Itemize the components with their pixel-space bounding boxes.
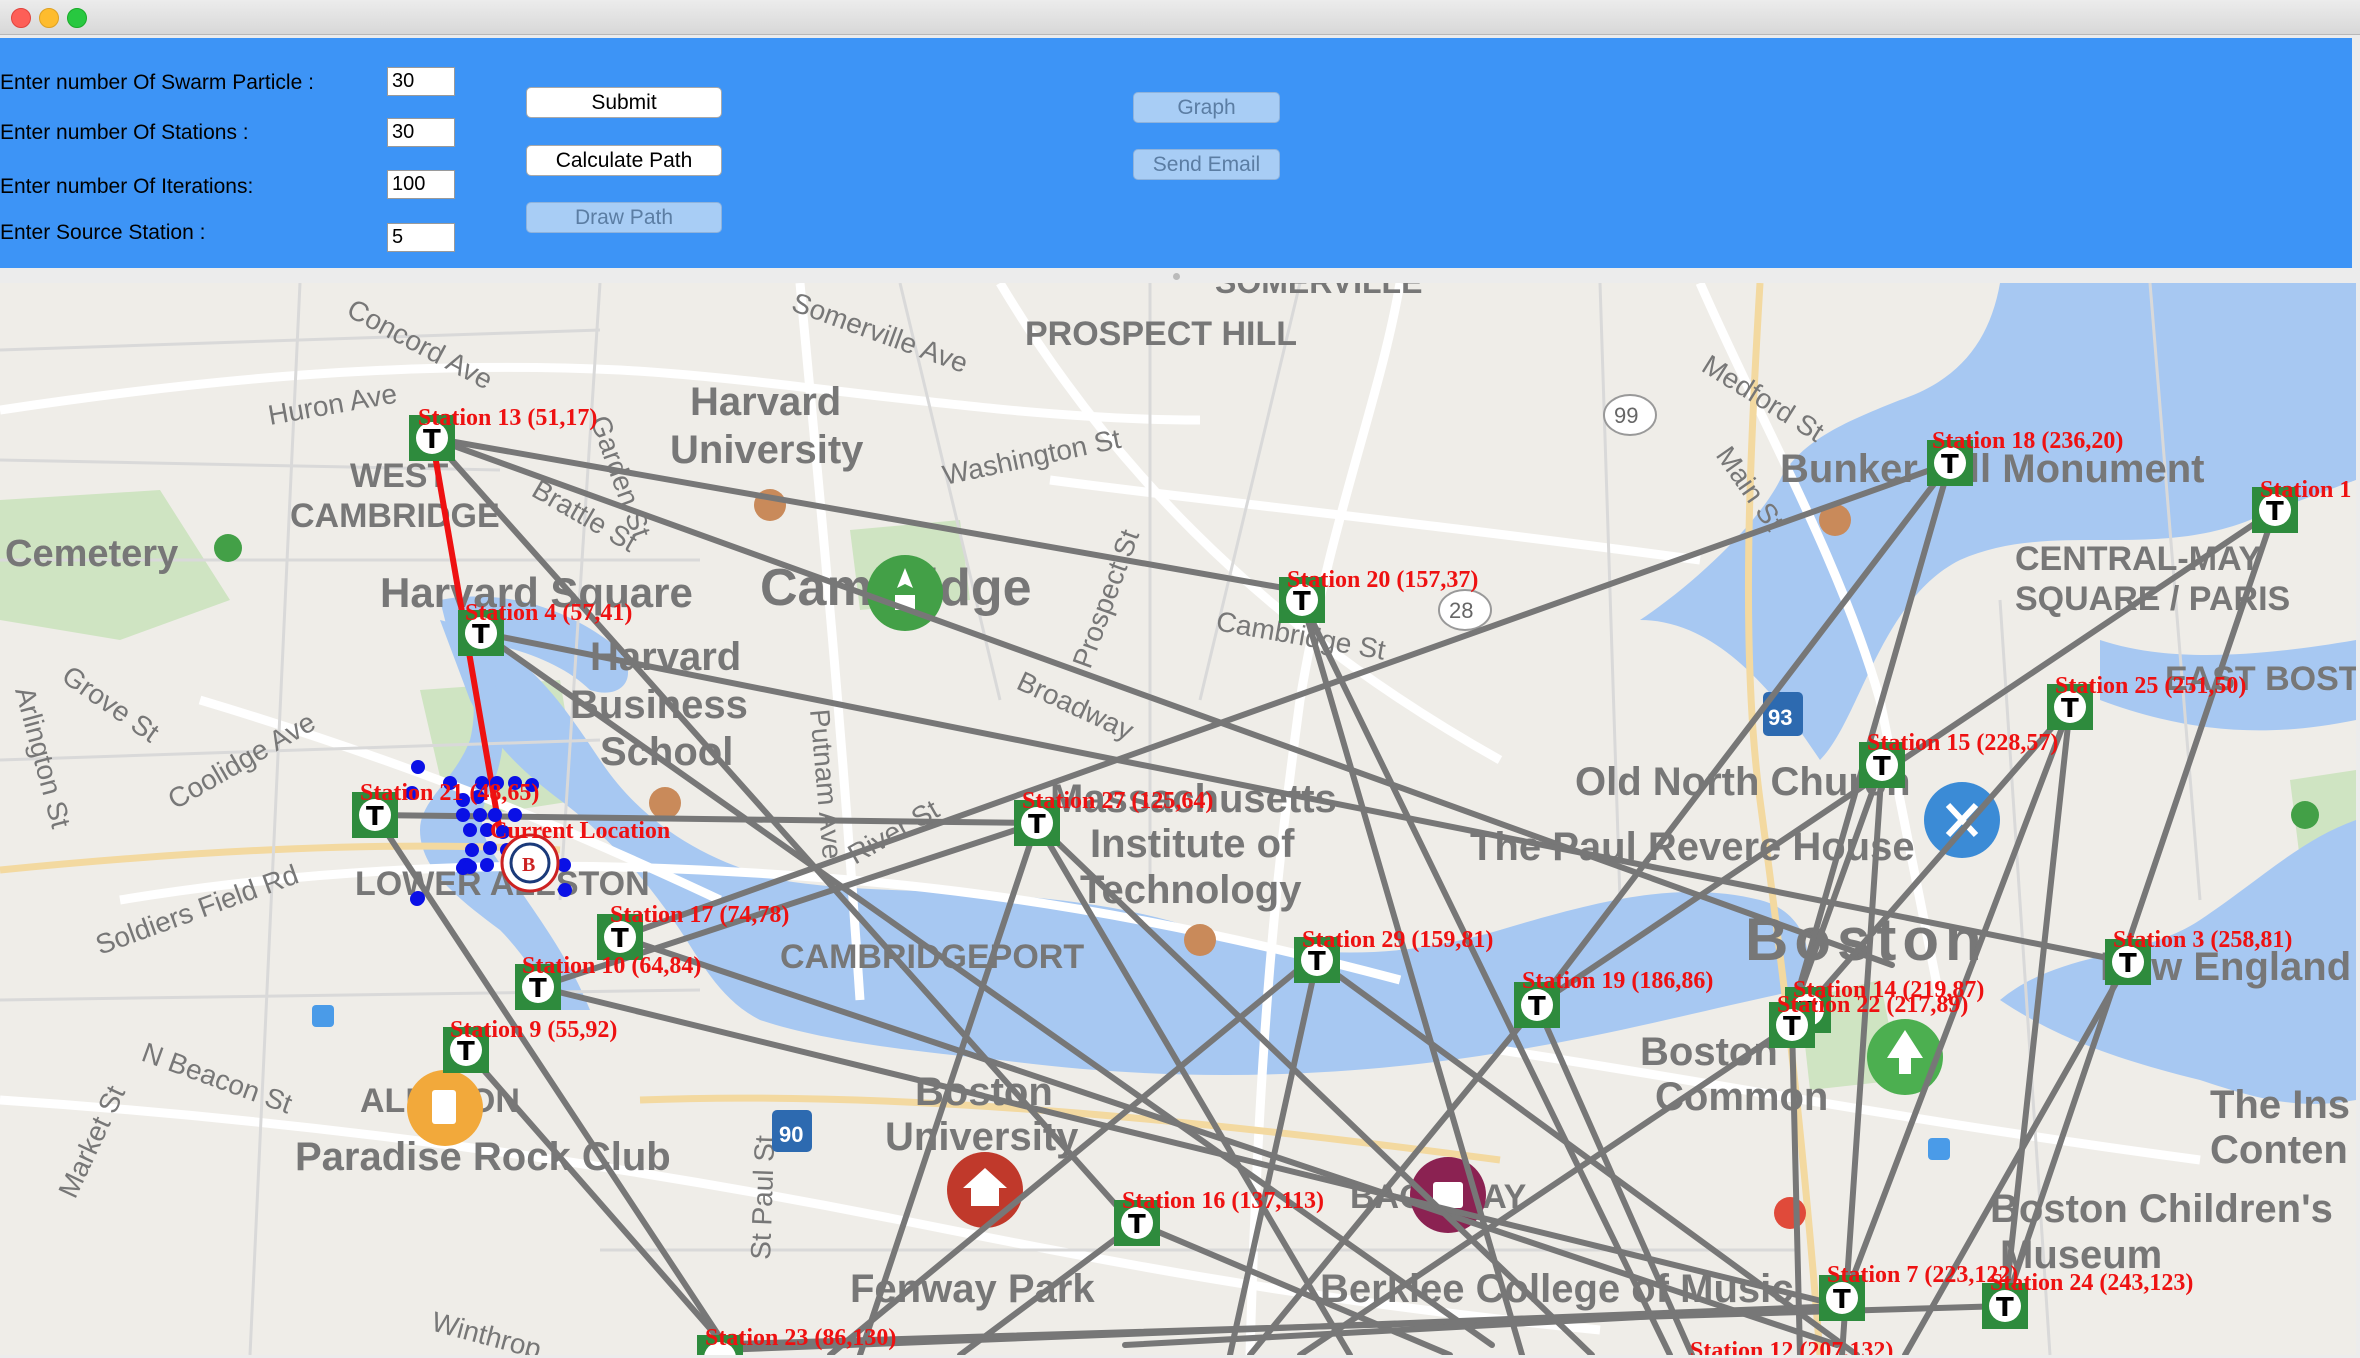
- split-divider[interactable]: [0, 268, 2360, 283]
- svg-text:28: 28: [1449, 598, 1473, 623]
- svg-text:T: T: [1528, 992, 1546, 1022]
- park-icon: [2291, 801, 2319, 829]
- hospital-icon: [1774, 1197, 1806, 1229]
- station-label: Station 10 (64,84): [522, 953, 701, 979]
- calculate-path-button[interactable]: Calculate Path: [526, 145, 722, 176]
- svg-text:93: 93: [1768, 705, 1792, 730]
- svg-text:T: T: [611, 924, 629, 954]
- place-label: University: [670, 428, 864, 472]
- source-input[interactable]: 5: [387, 223, 455, 252]
- station-label: Station 9 (55,92): [450, 1017, 617, 1043]
- current-location-label: Current Location: [490, 818, 670, 844]
- source-label: Enter Source Station :: [0, 221, 206, 244]
- window-titlebar: [0, 0, 2360, 35]
- svg-text:T: T: [1833, 1285, 1851, 1315]
- map-view[interactable]: PROSPECT HILL Harvard University Cambrid…: [0, 283, 2356, 1355]
- place-label: CAMBRIDGEPORT: [780, 938, 1084, 976]
- station-label: Station 23 (86,130): [705, 1325, 896, 1351]
- svg-text:99: 99: [1614, 403, 1638, 428]
- iterations-input[interactable]: 100: [387, 170, 455, 199]
- minimize-button[interactable]: [39, 8, 59, 28]
- svg-text:T: T: [1873, 752, 1891, 782]
- svg-text:T: T: [1996, 1293, 2014, 1323]
- place-label: The Ins: [2210, 1083, 2350, 1127]
- station-label: Station 27 (125,64): [1022, 788, 1213, 814]
- svg-text:T: T: [2119, 949, 2137, 979]
- place-label: PROSPECT HILL: [1025, 315, 1297, 353]
- swarm-label: Enter number Of Swarm Particle :: [0, 71, 314, 94]
- station-label: Station 17 (74,78): [610, 902, 789, 928]
- cemetery-icon: [214, 534, 242, 562]
- place-label: Cemetery: [5, 533, 178, 575]
- draw-path-button[interactable]: Draw Path: [526, 202, 722, 233]
- university-icon: [649, 787, 681, 819]
- place-label: Institute of: [1090, 822, 1295, 866]
- send-email-button[interactable]: Send Email: [1133, 149, 1280, 180]
- station-label: Station 18 (236,20): [1932, 428, 2123, 454]
- map-canvas: PROSPECT HILL Harvard University Cambrid…: [0, 283, 2356, 1355]
- stations-input[interactable]: 30: [387, 118, 455, 147]
- bus-stop-icon: [312, 1005, 334, 1027]
- divider-handle-icon[interactable]: [1173, 273, 1180, 280]
- submit-button[interactable]: Submit: [526, 87, 722, 118]
- svg-text:B: B: [522, 854, 535, 876]
- station-label: Station 15 (228,57): [1867, 730, 2058, 756]
- station-label: Station 16 (137,113): [1122, 1188, 1324, 1214]
- place-label: Conten: [2210, 1128, 2348, 1172]
- place-label: Harvard: [690, 380, 841, 424]
- station-label: Station 1: [2260, 477, 2351, 503]
- svg-text:T: T: [366, 802, 384, 832]
- street-label: St Paul St: [745, 1134, 780, 1260]
- place-label: CAMBRIDGE: [290, 497, 500, 535]
- zoom-button[interactable]: [67, 8, 87, 28]
- swarm-input[interactable]: 30: [387, 67, 455, 96]
- station-label: Station 21 (48,65): [360, 780, 539, 806]
- station-label: Station 20 (157,37): [1287, 567, 1478, 593]
- station-label: Station 3 (258,81): [2113, 927, 2292, 953]
- station-label: Station 4 (57,41): [465, 600, 632, 626]
- university-icon: [1184, 924, 1216, 956]
- place-label: Technology: [1080, 868, 1302, 912]
- station-label: Station 13 (51,17): [418, 405, 597, 431]
- stations-label: Enter number Of Stations :: [0, 121, 249, 144]
- station-label: Station 12 (207,132): [1690, 1338, 1893, 1355]
- svg-text:T: T: [1028, 810, 1046, 840]
- svg-text:T: T: [1941, 450, 1959, 480]
- station-label: Station 19 (186,86): [1522, 968, 1713, 994]
- iterations-label: Enter number Of Iterations:: [0, 175, 254, 198]
- place-label: SOMERVILLE: [1215, 283, 1422, 300]
- station-label: Station 22 (217,89): [1777, 992, 1968, 1018]
- station-label: Station 29 (159,81): [1302, 927, 1493, 953]
- graph-button[interactable]: Graph: [1133, 92, 1280, 123]
- station-label: Station 25 (251,50): [2055, 673, 2246, 699]
- close-button[interactable]: [11, 8, 31, 28]
- control-panel: Enter number Of Swarm Particle : 30 Ente…: [0, 38, 2352, 268]
- svg-text:90: 90: [779, 1122, 803, 1147]
- svg-text:T: T: [1128, 1210, 1146, 1240]
- bus-stop-icon: [1928, 1138, 1950, 1160]
- station-label: Station 24 (243,123): [1990, 1270, 2193, 1296]
